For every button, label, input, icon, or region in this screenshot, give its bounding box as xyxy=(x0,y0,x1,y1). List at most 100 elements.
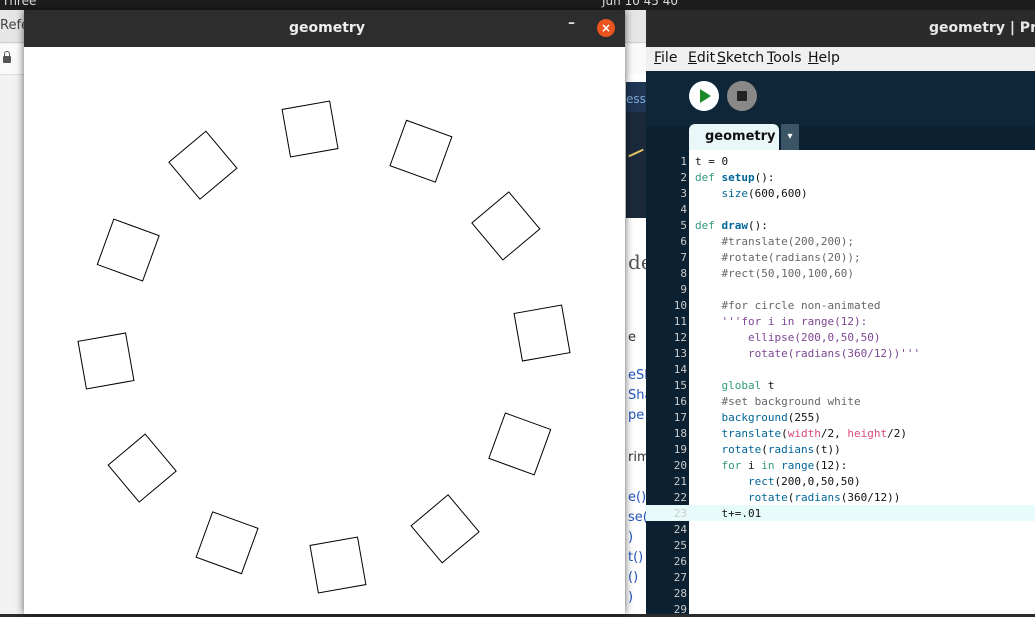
line-number: 16 xyxy=(673,395,687,408)
code-line[interactable]: 18 translate(width/2, height/2) xyxy=(646,425,1035,441)
tab-geometry-label: geometry xyxy=(705,129,776,144)
stop-button[interactable] xyxy=(727,81,757,111)
code-text: def draw(): xyxy=(695,219,768,232)
code-line[interactable]: 5 def draw(): xyxy=(646,217,1035,233)
browser-side-link[interactable]: ) xyxy=(628,530,633,545)
line-number: 24 xyxy=(673,523,687,536)
code-text: '''for i in range(12): xyxy=(721,315,868,328)
code-text: background(255) xyxy=(721,411,821,424)
code-line[interactable]: 23 t+=.01 xyxy=(646,505,1035,521)
menu-sketch[interactable]: Sketch xyxy=(717,50,764,66)
code-line[interactable]: 22 rotate(radians(360/12)) xyxy=(646,489,1035,505)
browser-side-link[interactable]: pe xyxy=(628,408,644,423)
line-number: 17 xyxy=(673,411,687,424)
line-number: 1 xyxy=(680,155,687,168)
line-number: 12 xyxy=(673,331,687,344)
sketch-square xyxy=(471,191,541,261)
sketch-square xyxy=(513,304,571,362)
line-number: 11 xyxy=(673,315,687,328)
code-line[interactable]: 16 #set background white xyxy=(646,393,1035,409)
line-number: 28 xyxy=(673,587,687,600)
code-text: rotate(radians(t)) xyxy=(721,443,841,456)
menu-tools[interactable]: Tools xyxy=(767,50,802,66)
code-line[interactable]: 19 rotate(radians(t)) xyxy=(646,441,1035,457)
code-line[interactable]: 6 #translate(200,200); xyxy=(646,233,1035,249)
sketch-title-bar[interactable]: geometry – × xyxy=(24,10,625,47)
code-line[interactable]: 17 background(255) xyxy=(646,409,1035,425)
line-number: 22 xyxy=(673,491,687,504)
sketch-square xyxy=(281,100,339,158)
menu-file[interactable]: File xyxy=(654,50,677,66)
line-number: 5 xyxy=(680,219,687,232)
sketch-square xyxy=(96,218,160,282)
code-text: t = 0 xyxy=(695,155,729,168)
ide-title-bar: geometry | Pro xyxy=(646,10,1035,47)
code-line[interactable]: 12 ellipse(200,0,50,50) xyxy=(646,329,1035,345)
close-icon[interactable]: × xyxy=(597,19,615,37)
code-line[interactable]: 13 rotate(radians(360/12))''' xyxy=(646,345,1035,361)
menu-edit[interactable]: Edit xyxy=(688,50,715,66)
line-number: 26 xyxy=(673,555,687,568)
code-line[interactable]: 1 t = 0 xyxy=(646,153,1035,169)
code-line[interactable]: 11 '''for i in range(12): xyxy=(646,313,1035,329)
code-line[interactable]: 7 #rotate(radians(20)); xyxy=(646,249,1035,265)
sketch-square xyxy=(77,332,135,390)
sketch-canvas xyxy=(77,100,571,594)
code-line[interactable]: 15 global t xyxy=(646,377,1035,393)
code-line[interactable]: 29 xyxy=(646,601,1035,617)
code-line[interactable]: 24 xyxy=(646,521,1035,537)
code-text: rotate(radians(360/12)) xyxy=(747,491,901,504)
line-number: 27 xyxy=(673,571,687,584)
line-number: 2 xyxy=(680,171,687,184)
code-line[interactable]: 27 xyxy=(646,569,1035,585)
sketch-square xyxy=(309,536,367,594)
sketch-square xyxy=(168,130,238,200)
line-number: 14 xyxy=(673,363,687,376)
code-text: for i in range(12): xyxy=(721,459,848,472)
menu-help[interactable]: Help xyxy=(808,50,840,66)
browser-hero-image xyxy=(626,112,646,218)
browser-side-link[interactable]: e xyxy=(628,330,636,345)
code-line[interactable]: 25 xyxy=(646,537,1035,553)
browser-side-link[interactable]: () xyxy=(628,570,638,585)
desktop-clock: Jun 10 45 40 xyxy=(602,0,679,8)
code-line[interactable]: 8 #rect(50,100,100,60) xyxy=(646,265,1035,281)
tab-menu-arrow-icon[interactable]: ▾ xyxy=(781,124,799,150)
code-text: #for circle non-animated xyxy=(721,299,881,312)
line-number: 18 xyxy=(673,427,687,440)
code-line[interactable]: 20 for i in range(12): xyxy=(646,457,1035,473)
code-text: #rect(50,100,100,60) xyxy=(721,267,854,280)
code-text: #translate(200,200); xyxy=(721,235,854,248)
desktop-top-left-text: Three xyxy=(2,0,37,8)
tab-geometry[interactable]: geometry xyxy=(689,124,779,150)
code-text: global t xyxy=(721,379,775,392)
code-line[interactable]: 4 xyxy=(646,201,1035,217)
code-line[interactable]: 28 xyxy=(646,585,1035,601)
ide-menu-bar: File Edit Sketch Tools Help xyxy=(646,47,1035,71)
line-number: 6 xyxy=(680,235,687,248)
code-text: t+=.01 xyxy=(695,507,762,520)
browser-side-link[interactable]: e() xyxy=(628,490,646,505)
code-line[interactable]: 3 size(600,600) xyxy=(646,185,1035,201)
line-number: 21 xyxy=(673,475,687,488)
code-line[interactable]: 10 #for circle non-animated xyxy=(646,297,1035,313)
sketch-square xyxy=(107,433,177,503)
minimize-icon[interactable]: – xyxy=(568,15,575,31)
code-line[interactable]: 2 def setup(): xyxy=(646,169,1035,185)
line-number: 13 xyxy=(673,347,687,360)
code-line[interactable]: 21 rect(200,0,50,50) xyxy=(646,473,1035,489)
code-line[interactable]: 9 xyxy=(646,281,1035,297)
browser-side-link[interactable]: t() xyxy=(628,550,643,565)
line-number: 4 xyxy=(680,203,687,216)
line-number: 3 xyxy=(680,187,687,200)
code-text: #set background white xyxy=(721,395,861,408)
line-number: 9 xyxy=(680,283,687,296)
sketch-title: geometry xyxy=(289,20,365,36)
code-line[interactable]: 26 xyxy=(646,553,1035,569)
browser-banner-text: essi xyxy=(626,92,646,106)
code-line[interactable]: 14 xyxy=(646,361,1035,377)
lock-icon xyxy=(3,51,11,63)
browser-side-link[interactable]: ) xyxy=(628,590,633,605)
run-button[interactable] xyxy=(689,81,719,111)
line-number: 19 xyxy=(673,443,687,456)
